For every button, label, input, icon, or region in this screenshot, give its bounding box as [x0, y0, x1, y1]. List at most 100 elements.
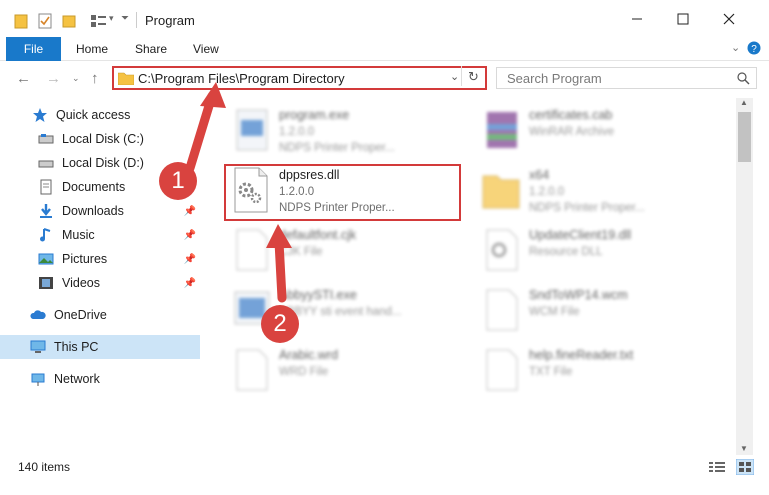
- archive-icon: [487, 112, 517, 148]
- file-icon: [236, 349, 268, 391]
- help-icon[interactable]: ?: [747, 41, 761, 55]
- file-icon: [486, 349, 518, 391]
- list-item[interactable]: certificates.cab WinRAR Archive: [475, 104, 705, 160]
- file-description: NDPS Printer Proper...: [529, 202, 645, 214]
- sidebar-item-label: Local Disk (D:): [62, 156, 144, 170]
- list-item[interactable]: defaultfont.cjk CJK File: [225, 224, 455, 280]
- file-highlight-box: [224, 164, 461, 221]
- navigation-pane: Quick access Local Disk (C:) Local Disk …: [0, 98, 205, 455]
- customize-toolbar-icon[interactable]: ⏷: [121, 13, 129, 31]
- file-type: TXT File: [529, 366, 573, 378]
- file-name: certificates.cab: [529, 108, 613, 122]
- file-list: program.exe 1.2.0.0 NDPS Printer Proper.…: [205, 98, 735, 455]
- folder-icon[interactable]: [14, 12, 28, 30]
- details-view-icon[interactable]: [708, 461, 726, 473]
- sidebar-item-quick-access[interactable]: Quick access: [0, 103, 200, 127]
- sidebar-item-local-disk-c[interactable]: Local Disk (C:): [0, 127, 200, 151]
- file-name: program.exe: [279, 108, 350, 122]
- list-item[interactable]: help.fineReader.txt TXT File: [475, 344, 705, 400]
- window-title: Program: [145, 13, 195, 28]
- sidebar-item-this-pc[interactable]: This PC: [0, 335, 200, 359]
- sidebar-item-label: This PC: [54, 340, 99, 354]
- music-icon: [40, 228, 51, 242]
- documents-icon: [40, 179, 52, 195]
- scrollbar-thumb[interactable]: [738, 112, 751, 162]
- download-icon: [40, 204, 52, 218]
- search-icon: [737, 72, 750, 85]
- file-type: WinRAR Archive: [529, 126, 614, 138]
- sidebar-item-downloads[interactable]: Downloads 📌: [0, 199, 200, 223]
- properties-icon[interactable]: [38, 12, 52, 30]
- close-button[interactable]: [706, 0, 752, 37]
- minimize-icon: [632, 18, 642, 19]
- up-arrow-icon[interactable]: ↑: [91, 70, 99, 87]
- refresh-icon[interactable]: ↻: [468, 69, 479, 85]
- address-row: ← → ⌄ ↑ C:\Program Files\Program Directo…: [0, 62, 769, 94]
- sidebar-item-label: Downloads: [62, 204, 124, 218]
- file-name: defaultfont.cjk: [279, 228, 357, 242]
- address-bar[interactable]: C:\Program Files\Program Directory ⌄ ↻: [112, 66, 487, 90]
- file-type: WRD File: [279, 366, 329, 378]
- expand-ribbon-icon[interactable]: ⌄: [731, 41, 740, 54]
- sidebar-item-label: Quick access: [56, 108, 131, 122]
- network-icon: [31, 373, 45, 386]
- tab-share[interactable]: Share: [135, 37, 167, 61]
- scroll-up-icon[interactable]: ▲: [740, 98, 748, 107]
- list-item[interactable]: Arabic.wrd WRD File: [225, 344, 455, 400]
- sidebar-item-label: OneDrive: [54, 308, 107, 322]
- address-dropdown-icon[interactable]: ⌄: [450, 70, 459, 83]
- new-folder-icon[interactable]: [62, 12, 76, 30]
- file-icon: [236, 229, 268, 271]
- file-type: Resource DLL: [529, 246, 603, 258]
- exe-file-icon: [236, 109, 268, 151]
- sidebar-item-onedrive[interactable]: OneDrive: [0, 303, 200, 327]
- back-arrow-icon[interactable]: ←: [16, 70, 31, 87]
- list-item[interactable]: program.exe 1.2.0.0 NDPS Printer Proper.…: [225, 104, 455, 160]
- tab-file[interactable]: File: [6, 37, 61, 61]
- step-badge-1: 1: [159, 162, 197, 200]
- recent-chevron-icon[interactable]: ⌄: [72, 73, 80, 84]
- file-name: SndToWP14.wcm: [529, 288, 628, 302]
- svg-text:?: ?: [751, 44, 757, 55]
- file-description: NDPS Printer Proper...: [279, 142, 395, 154]
- search-input[interactable]: Search Program: [496, 67, 757, 89]
- sidebar-item-label: Music: [62, 228, 95, 242]
- pictures-icon: [38, 253, 54, 265]
- cloud-icon: [30, 310, 46, 319]
- pin-icon: 📌: [183, 277, 196, 289]
- step-badge-2: 2: [261, 305, 299, 343]
- title-separator: [136, 12, 137, 28]
- tab-home[interactable]: Home: [76, 37, 108, 61]
- list-item[interactable]: AbbyySTI.exe ABBYY sti event hand...: [225, 284, 455, 340]
- drive-icon: [38, 160, 54, 168]
- vertical-scrollbar[interactable]: ▲ ▼: [736, 98, 753, 455]
- list-item[interactable]: SndToWP14.wcm WCM File: [475, 284, 705, 340]
- sidebar-item-videos[interactable]: Videos 📌: [0, 271, 200, 295]
- file-name: UpdateClient19.dll: [529, 228, 632, 242]
- sidebar-item-music[interactable]: Music 📌: [0, 223, 200, 247]
- search-placeholder: Search Program: [507, 71, 602, 86]
- forward-arrow-icon[interactable]: →: [46, 70, 61, 87]
- folder-icon: [118, 72, 134, 85]
- scroll-down-icon[interactable]: ▼: [740, 444, 748, 453]
- ribbon-tabs: File Home Share View ⌄ ?: [0, 37, 769, 61]
- sidebar-item-label: Network: [54, 372, 100, 386]
- drive-icon: [38, 134, 54, 144]
- tiles-view-icon[interactable]: [736, 459, 754, 475]
- sidebar-item-network[interactable]: Network: [0, 367, 200, 391]
- list-item[interactable]: x64 1.2.0.0 NDPS Printer Proper...: [475, 164, 705, 220]
- file-version: 1.2.0.0: [279, 126, 315, 138]
- tab-view[interactable]: View: [193, 37, 219, 61]
- chevron-down-icon[interactable]: ▾: [109, 13, 114, 31]
- file-name: x64: [529, 168, 550, 182]
- star-icon: [33, 108, 47, 122]
- view-icon[interactable]: [90, 12, 108, 30]
- sidebar-item-label: Documents: [62, 180, 126, 194]
- maximize-icon: [677, 13, 689, 24]
- item-count: 140 items: [18, 460, 71, 474]
- sidebar-item-pictures[interactable]: Pictures 📌: [0, 247, 200, 271]
- minimize-button[interactable]: [614, 0, 660, 37]
- maximize-button[interactable]: [660, 0, 706, 37]
- list-item[interactable]: UpdateClient19.dll Resource DLL: [475, 224, 705, 280]
- status-bar: 140 items: [0, 455, 769, 495]
